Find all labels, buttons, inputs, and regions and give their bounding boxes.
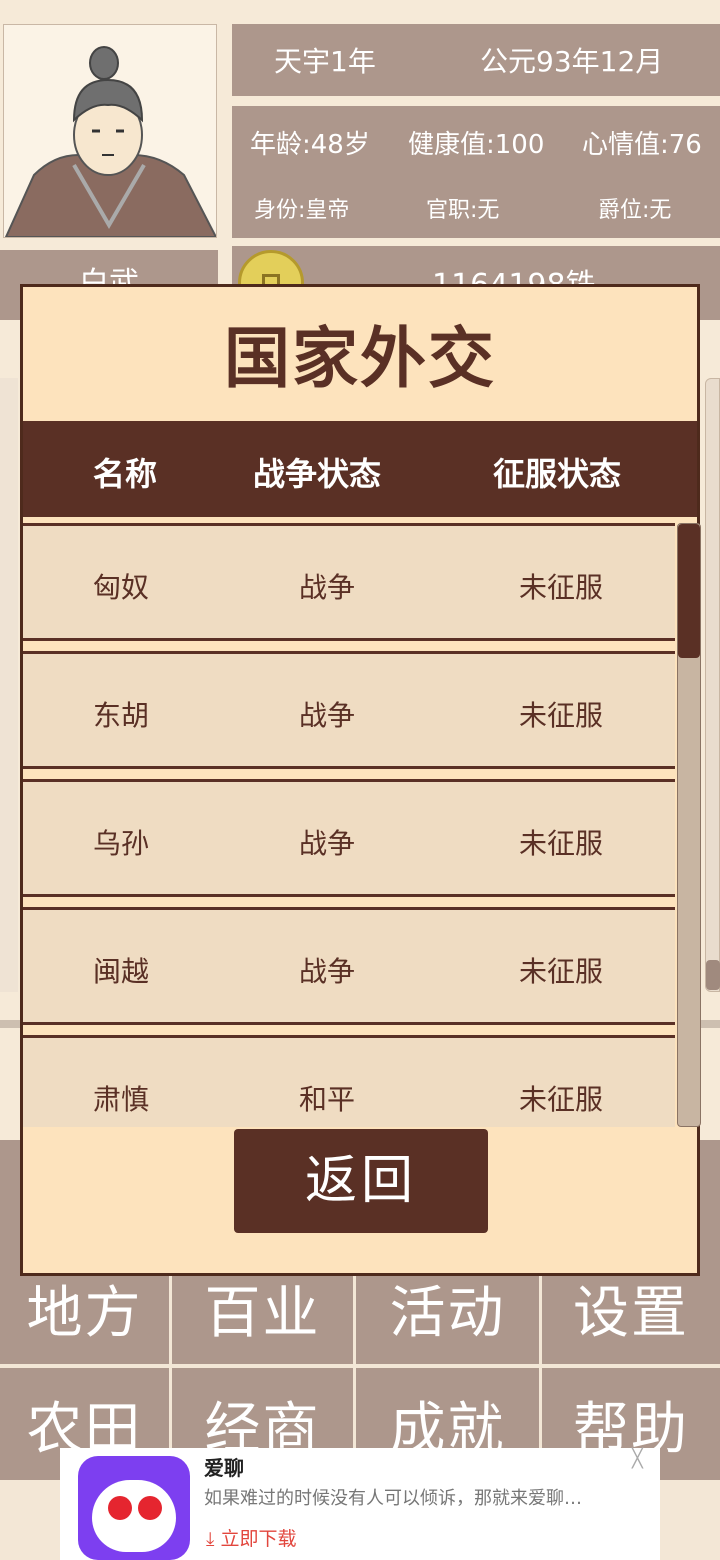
health-stat: 健康值:100 — [408, 130, 545, 160]
ad-download-label: 立即下载 — [220, 1528, 297, 1550]
heart-eye-icon — [108, 1496, 132, 1520]
date-bar: 天宇1年 公元93年12月 — [232, 24, 720, 96]
app-logo-icon — [78, 1456, 190, 1560]
nation-name: 闽越 — [93, 955, 150, 988]
office-stat: 官职:无 — [426, 198, 500, 223]
table-row[interactable]: 闽越 战争 未征服 — [23, 907, 675, 1025]
heart-eye-icon — [138, 1496, 162, 1520]
war-status: 战争 — [299, 827, 356, 860]
column-war-status: 战争状态 — [253, 455, 382, 493]
conquest-status: 未征服 — [519, 571, 604, 604]
calendar-date: 公元93年12月 — [480, 45, 664, 78]
ad-banner[interactable]: 爱聊 如果难过的时候没有人可以倾诉，那就来爱聊… ⤓ 立即下载 ╳ — [60, 1448, 660, 1560]
stats-bar: 年龄:48岁 健康值:100 心情值:76 身份:皇帝 官职:无 爵位:无 — [232, 106, 720, 238]
ad-title: 爱聊 — [204, 1456, 244, 1480]
conquest-status: 未征服 — [519, 955, 604, 988]
back-button[interactable]: 返回 — [234, 1129, 488, 1233]
list-scrollbar[interactable] — [677, 523, 701, 1127]
close-icon[interactable]: ╳ — [632, 1448, 643, 1469]
dialog-title: 国家外交 — [224, 320, 496, 397]
mood-stat: 心情值:76 — [582, 130, 702, 160]
table-row[interactable]: 乌孙 战争 未征服 — [23, 779, 675, 897]
download-arrow-icon: ⤓ — [206, 1528, 221, 1550]
cat-face-icon — [92, 1480, 176, 1552]
reign-year: 天宇1年 — [274, 45, 376, 78]
emperor-portrait-icon — [4, 46, 218, 238]
background-panel-left — [0, 378, 18, 992]
nation-name: 乌孙 — [93, 827, 150, 860]
table-row[interactable]: 肃慎 和平 未征服 — [23, 1035, 675, 1127]
age-stat: 年龄:48岁 — [250, 130, 370, 160]
war-status: 战争 — [299, 955, 356, 988]
ad-description: 如果难过的时候没有人可以倾诉，那就来爱聊… — [204, 1488, 582, 1509]
nation-name: 肃慎 — [93, 1083, 150, 1116]
conquest-status: 未征服 — [519, 827, 604, 860]
player-avatar[interactable] — [3, 24, 218, 238]
table-row[interactable]: 匈奴 战争 未征服 — [23, 523, 675, 641]
background-panel-right — [705, 378, 720, 992]
column-name: 名称 — [93, 455, 158, 493]
war-status: 战争 — [299, 699, 356, 732]
scrollbar-thumb[interactable] — [678, 524, 700, 658]
table-row[interactable]: 东胡 战争 未征服 — [23, 651, 675, 769]
conquest-status: 未征服 — [519, 1083, 604, 1116]
diplomacy-dialog: 国家外交 名称 战争状态 征服状态 匈奴 战争 未征服 东胡 战争 未征服 乌孙… — [20, 284, 701, 1276]
rank-stat: 爵位:无 — [598, 198, 672, 223]
column-conquest-status: 征服状态 — [493, 455, 622, 493]
nation-name: 东胡 — [93, 699, 150, 732]
table-header: 名称 战争状态 征服状态 — [23, 421, 697, 517]
nation-list[interactable]: 匈奴 战争 未征服 东胡 战争 未征服 乌孙 战争 未征服 闽越 战争 未征服 … — [23, 519, 675, 1127]
conquest-status: 未征服 — [519, 699, 604, 732]
nation-name: 匈奴 — [93, 571, 150, 604]
background-scroll-knob — [706, 960, 720, 990]
ad-download-link[interactable]: ⤓ 立即下载 — [206, 1524, 296, 1551]
identity-stat: 身份:皇帝 — [254, 198, 350, 223]
war-status: 和平 — [299, 1083, 356, 1116]
war-status: 战争 — [299, 571, 356, 604]
